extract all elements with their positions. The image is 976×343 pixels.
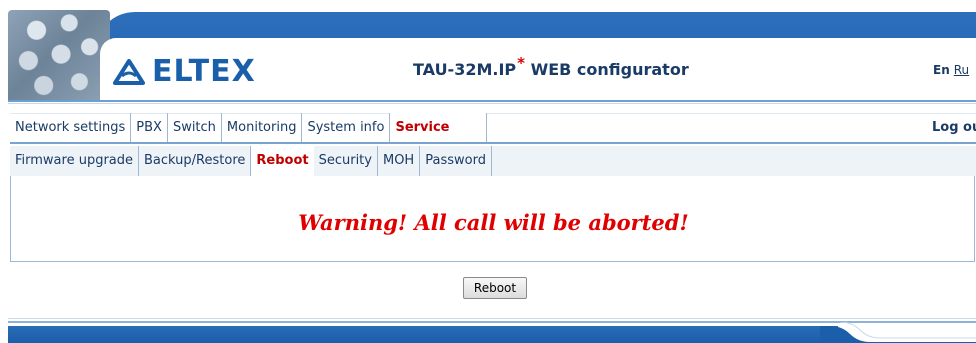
submenu-item-password[interactable]: Password (420, 146, 492, 176)
header: ELTEX TAU-32M.IP* WEB configurator En Ru (0, 0, 976, 100)
menu-item-network-settings[interactable]: Network settings (10, 113, 132, 142)
menu-item-system-info[interactable]: System info (302, 113, 389, 142)
footer-divider-light (8, 318, 976, 319)
menu-item-monitoring[interactable]: Monitoring (222, 113, 303, 142)
reboot-button[interactable]: Reboot (463, 277, 527, 299)
language-en: En (933, 63, 950, 77)
submenu-item-backup-restore[interactable]: Backup/Restore (139, 146, 252, 176)
main-menu-items: Network settings PBX Switch Monitoring S… (10, 113, 487, 142)
logo-text: ELTEX (152, 54, 256, 89)
menu-item-pbx[interactable]: PBX (131, 113, 168, 142)
submenu-item-reboot[interactable]: Reboot (251, 146, 314, 176)
submenu-items: Firmware upgrade Backup/Restore Reboot S… (10, 146, 492, 176)
submenu-item-security[interactable]: Security (314, 146, 378, 176)
title-suffix: WEB configurator (530, 60, 689, 79)
footer-bar (8, 326, 838, 343)
device-model: TAU-32M.IP (413, 60, 517, 79)
header-divider (8, 100, 976, 102)
keypad-photo (8, 10, 110, 100)
menu-divider (10, 142, 976, 144)
menu-item-switch[interactable]: Switch (168, 113, 222, 142)
submenu-item-moh[interactable]: MOH (378, 146, 421, 176)
submenu-item-firmware-upgrade[interactable]: Firmware upgrade (10, 146, 140, 176)
content-panel: Warning! All call will be aborted! (10, 176, 975, 262)
eltex-logo: ELTEX (112, 56, 256, 88)
title-star: * (517, 54, 525, 72)
menu-item-service[interactable]: Service (389, 113, 487, 142)
language-switch: En Ru (933, 63, 969, 77)
submenu: Firmware upgrade Backup/Restore Reboot S… (10, 146, 976, 176)
main-menu: Network settings PBX Switch Monitoring S… (10, 113, 976, 143)
language-ru-link[interactable]: Ru (954, 63, 969, 77)
footer-curve (820, 322, 976, 343)
header-divider-light (8, 103, 976, 104)
header-top-strip (0, 0, 976, 12)
warning-message: Warning! All call will be aborted! (298, 210, 689, 235)
logout-link[interactable]: Log out (932, 113, 976, 142)
page-title: TAU-32M.IP* WEB configurator (413, 54, 689, 79)
eltex-logo-icon (113, 59, 145, 85)
